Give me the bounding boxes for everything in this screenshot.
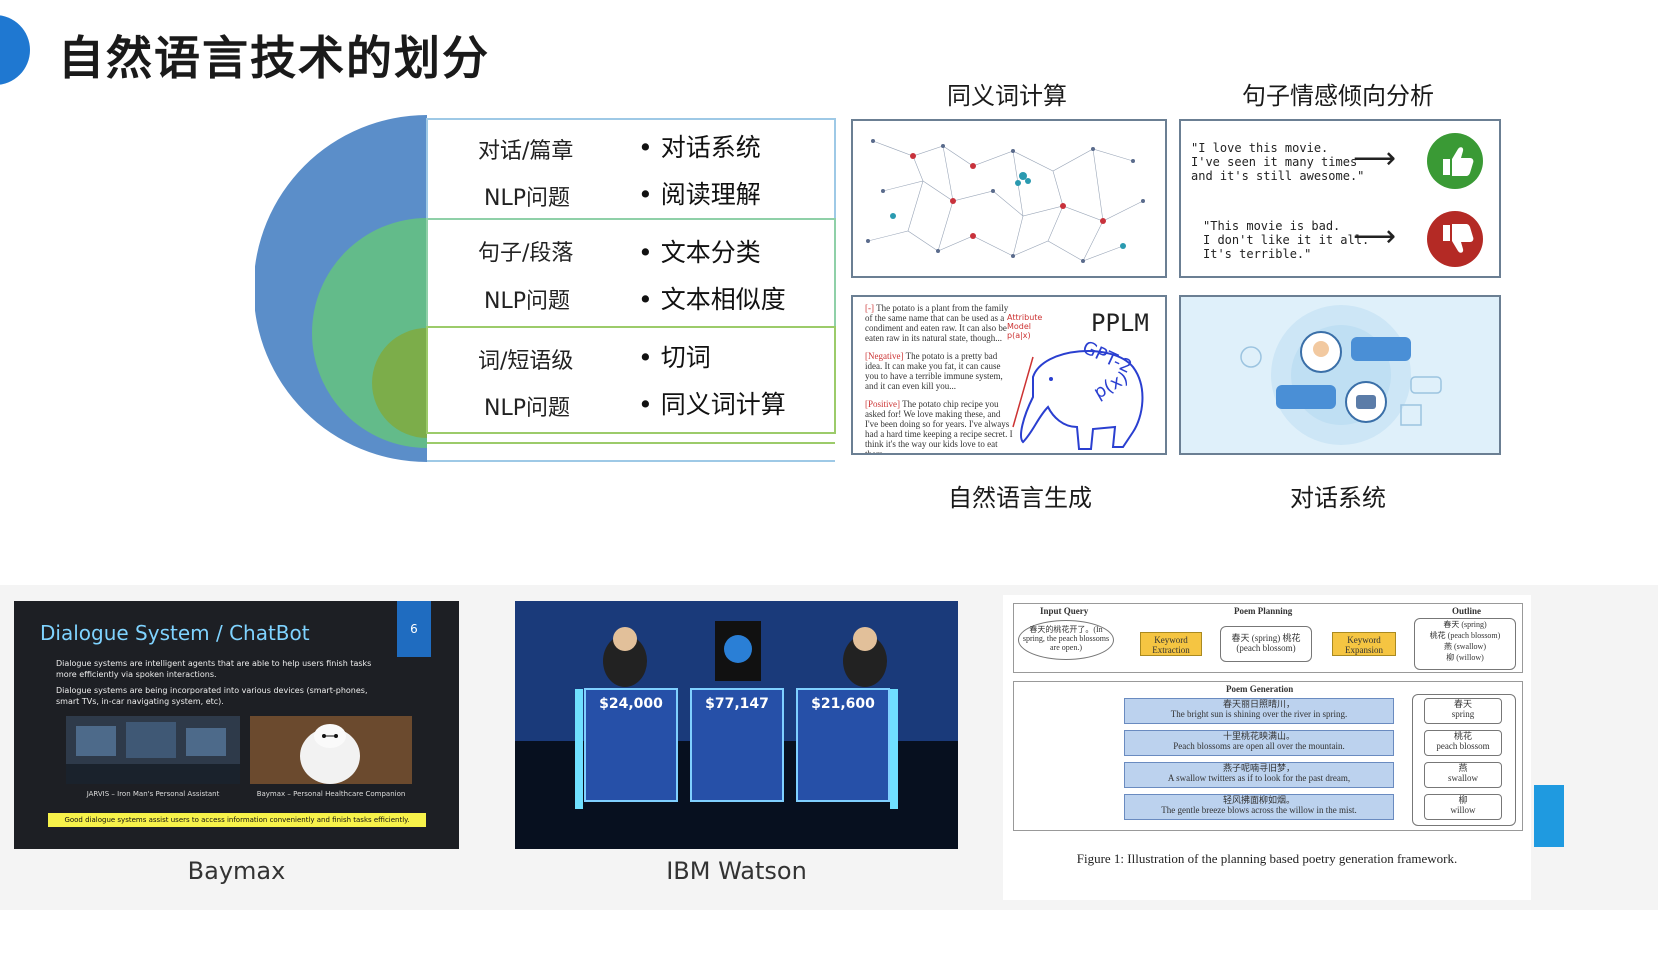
outline-title: Outline [1452,606,1482,616]
positive-quote: "I love this movie. I've seen it many ti… [1191,141,1365,183]
bullet-word-segmentation: • 切词 [638,343,711,372]
dialogue-panel [1179,295,1501,455]
poem-planning-title: Poem Planning [1234,606,1293,616]
nlg-sample-negative: [Negative] The potato is a pretty bad id… [865,351,1003,391]
pplm-label: PPLM [1091,309,1149,337]
score-left: $24,000 [599,696,663,712]
score-right: $21,600 [811,696,875,712]
dialogue-system-slide: Dialogue System / ChatBot 6 Dialogue sys… [14,601,459,849]
thumbs-down-icon [1427,211,1483,267]
thumbs-up-icon [1427,133,1483,189]
input-query: 春天的桃花开了。(In spring, the peach blossoms a… [1018,620,1114,660]
poem-line-1: 春天丽日照晴川， The bright sun is shining over t… [1124,698,1394,724]
baymax-image-caption: Baymax – Personal Healthcare Companion [256,790,406,798]
ibm-watson-image: $24,000 $77,147 $21,600 [515,601,958,849]
nlg-sample-neutral: [-] The potato is a plant from the famil… [865,303,1009,343]
poem-line-4: 轻风拂面柳如烟。 The gentle breeze blows across t… [1124,794,1394,820]
planning-keywords: 春天 (spring) 桃花 (peach blossom) [1220,626,1312,662]
jarvis-caption: JARVIS – Iron Man's Personal Assistant [86,790,220,798]
level-word-problem: NLP问题 [484,396,570,421]
baymax-image [250,716,412,784]
slide-bullet-2: Dialogue systems are being incorporated … [56,686,368,706]
edge-accent [1534,785,1564,847]
generation-box: Poem Generation 春天丽日照晴川， The bright sun i… [1013,681,1523,831]
kw-4: 柳 willow [1424,794,1502,820]
bullet-text-similarity: • 文本相似度 [638,285,786,314]
level-sentence-label: 句子/段落 [478,241,574,266]
level-discourse-problem: NLP问题 [484,186,570,211]
synonym-graph-panel [851,119,1167,278]
slide-number: 6 [397,601,431,657]
keyword-expansion: Keyword Expansion [1332,632,1396,656]
figure-caption: Figure 1: Illustration of the planning b… [1076,851,1458,866]
level-word-label: 词/短语级 [478,349,574,374]
page-title: 自然语言技术的划分 [58,31,490,85]
chatbot-illustration [1240,305,1442,445]
level-discourse-label: 对话/篇章 [478,139,574,164]
poem-generation-title: Poem Generation [1226,684,1294,694]
nlg-panel: [-] The potato is a plant from the famil… [851,295,1167,455]
outline-box: 春天 (spring) 桃花 (peach blossom) 燕 (swallow)… [1414,618,1516,670]
nlg-sample-positive: [Positive] The potato chip recipe you as… [865,399,1013,455]
score-watson: $77,147 [705,696,769,712]
kw-3: 燕 swallow [1424,762,1502,788]
positive-arrow-icon: ⟶ [1353,141,1397,176]
input-query-title: Input Query [1040,606,1089,616]
bullet-text-classification: • 文本分类 [638,238,761,267]
nlg-samples: [-] The potato is a plant from the famil… [865,303,1013,455]
poem-line-2: 十里桃花映满山。 Peach blossoms are open all over… [1124,730,1394,756]
caption-baymax: Baymax [187,857,286,885]
negative-arrow-icon: ⟶ [1353,219,1397,254]
bullet-dialogue-system: • 对话系统 [638,133,761,162]
caption-sentiment: 句子情感倾向分析 [1242,82,1434,110]
jarvis-image [66,716,240,784]
planning-box: Input Query 春天的桃花开了。(In spring, the peac… [1013,603,1523,673]
slide-bullet-1: Dialogue systems are intelligent agents … [56,659,372,679]
caption-nlg: 自然语言生成 [948,484,1092,512]
bullet-reading-comprehension: • 阅读理解 [638,180,761,209]
synonym-graph-image [866,139,1145,263]
keyword-extraction: Keyword Extraction [1140,632,1202,656]
poetry-framework-figure: Input Query 春天的桃花开了。(In spring, the peac… [1003,595,1531,900]
level-sentence-problem: NLP问题 [484,289,570,314]
poem-line-3: 燕子呢喃寻旧梦， A swallow twitters as if to look… [1124,762,1394,788]
bullet-synonym-computation: • 同义词计算 [638,390,786,419]
sentiment-panel: "I love this movie. I've seen it many ti… [1179,119,1501,278]
negative-quote: "This movie is bad. I don't like it it a… [1203,219,1370,261]
slide-footer: Good dialogue systems assist users to ac… [48,813,426,827]
caption-synonym: 同义词计算 [947,82,1067,110]
slide-title: Dialogue System / ChatBot [40,621,310,645]
caption-dialogue: 对话系统 [1290,484,1386,512]
attribute-model-label: Attribute Model p(a|x) [1007,313,1043,340]
title-accent-circle [0,15,30,85]
caption-ibm-watson: IBM Watson [666,857,807,885]
kw-2: 桃花 peach blossom [1424,730,1502,756]
kw-1: 春天 spring [1424,698,1502,724]
